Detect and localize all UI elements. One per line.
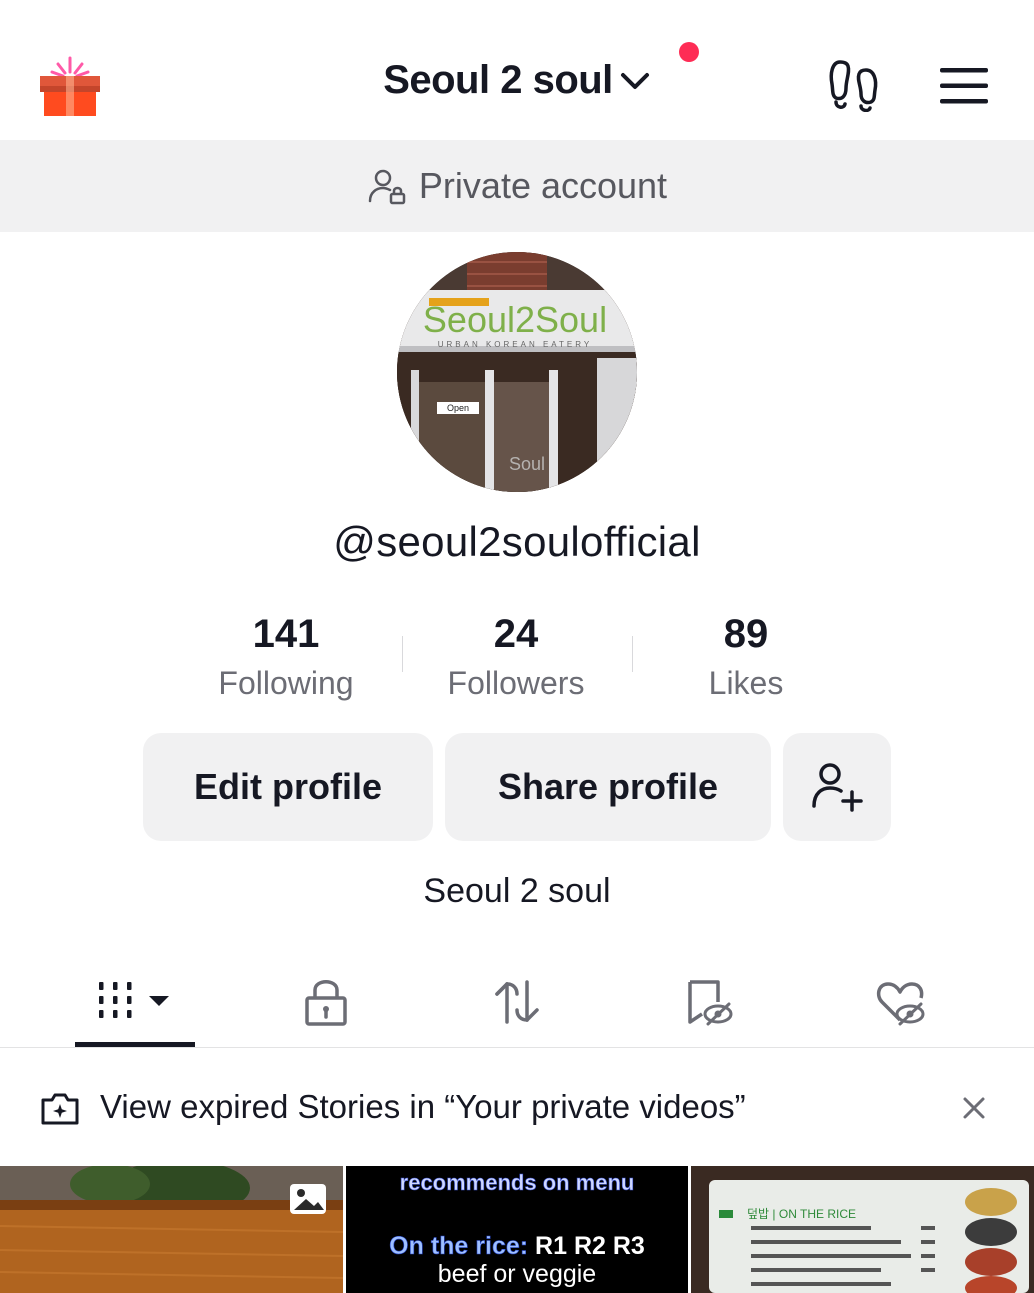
person-plus-icon: [812, 763, 863, 812]
thumbnail-caption-rest: R1 R2 R3: [528, 1232, 645, 1260]
tab-liked[interactable]: [860, 958, 940, 1046]
svg-text:URBAN KOREAN EATERY: URBAN KOREAN EATERY: [438, 340, 593, 349]
svg-text:Open: Open: [447, 403, 469, 413]
expired-stories-notice[interactable]: View expired Stories in “Your private vi…: [0, 1062, 1034, 1156]
svg-text:Soul: Soul: [509, 454, 545, 474]
video-thumbnail[interactable]: recommends on menu On the rice: R1 R2 R3…: [346, 1166, 688, 1293]
tab-reposts[interactable]: [477, 958, 557, 1046]
video-thumbnail[interactable]: 덮밥 | ON THE RICE: [691, 1166, 1034, 1293]
account-title[interactable]: Seoul 2 soul: [383, 58, 651, 103]
videos-grid-icon: [99, 982, 169, 1018]
top-bar: Seoul 2 soul: [0, 0, 1034, 140]
edit-profile-button[interactable]: Edit profile: [143, 733, 433, 841]
stat-followers[interactable]: 24 Followers: [401, 612, 631, 702]
share-profile-button[interactable]: Share profile: [445, 733, 771, 841]
followers-count: 24: [493, 612, 539, 656]
thumbnail-caption-line: recommends on menu: [399, 1170, 635, 1196]
tab-videos[interactable]: [75, 958, 195, 1046]
notification-dot: [679, 42, 699, 62]
tab-favorites[interactable]: [668, 958, 748, 1046]
repost-icon: [495, 980, 539, 1024]
thumbnail-caption-line: On the rice: R1 R2 R3: [346, 1232, 688, 1261]
thumbnail-caption-line: beef or veggie: [437, 1260, 597, 1288]
photo-icon: [290, 1184, 326, 1214]
bio-text: Seoul 2 soul: [423, 872, 611, 910]
following-count: 141: [252, 612, 320, 656]
add-friend-button[interactable]: [783, 733, 891, 841]
footprints-icon[interactable]: [828, 58, 880, 113]
thumbnail-highlight: On the rice:: [389, 1232, 529, 1261]
private-account-label: Private account: [418, 165, 668, 206]
avatar[interactable]: Seoul2Soul URBAN KOREAN EATERY Open Soul: [397, 252, 637, 492]
video-thumbnail[interactable]: [0, 1166, 343, 1293]
hamburger-menu-icon[interactable]: [938, 66, 990, 106]
person-lock-icon: [368, 169, 406, 205]
favorites-hidden-icon: [688, 980, 733, 1026]
tab-private[interactable]: [286, 958, 366, 1046]
liked-hidden-icon: [876, 982, 925, 1026]
stat-likes[interactable]: 89 Likes: [631, 612, 861, 702]
camera-plus-icon: [41, 1093, 79, 1125]
menu-heading: 덮밥 | ON THE RICE: [747, 1207, 856, 1221]
active-tab-indicator: [75, 1042, 195, 1047]
lock-icon: [305, 980, 347, 1026]
notice-text: View expired Stories in “Your private vi…: [100, 1088, 746, 1125]
following-label: Following: [218, 665, 354, 701]
profile-tabs: [0, 958, 1034, 1048]
chevron-down-icon: [620, 72, 649, 89]
private-account-banner[interactable]: Private account: [0, 140, 1034, 232]
username: @seoul2soulofficial: [333, 518, 701, 565]
close-icon[interactable]: [960, 1094, 988, 1122]
likes-label: Likes: [708, 665, 784, 701]
followers-label: Followers: [447, 665, 585, 701]
likes-count: 89: [723, 612, 769, 656]
account-name: Seoul 2 soul: [383, 58, 613, 102]
stat-following[interactable]: 141 Following: [171, 612, 401, 702]
